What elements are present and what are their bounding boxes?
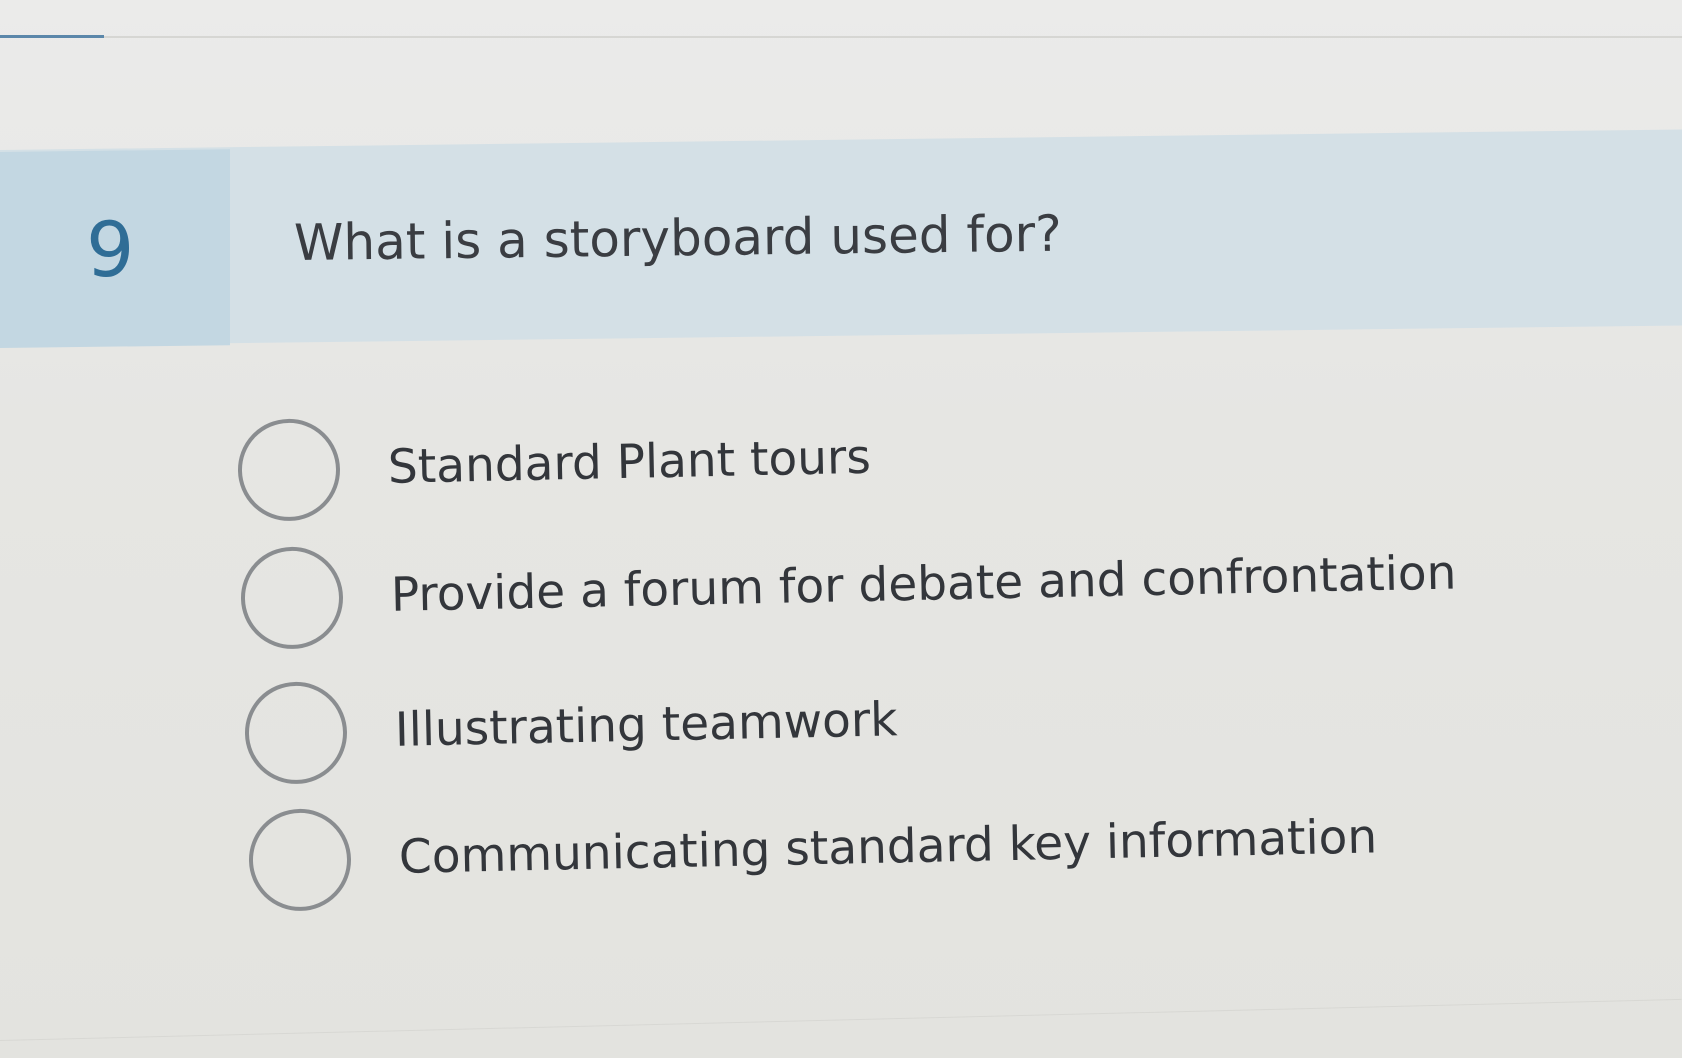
radio-button-4[interactable] bbox=[247, 807, 353, 912]
radio-button-2[interactable] bbox=[239, 545, 345, 650]
answer-option-label-2: Provide a forum for debate and confronta… bbox=[390, 545, 1457, 623]
radio-button-1[interactable] bbox=[236, 417, 342, 522]
answer-option-1[interactable]: Standard Plant tours bbox=[236, 407, 872, 522]
answer-option-4[interactable]: Communicating standard key information bbox=[247, 786, 1378, 912]
answer-options: Standard Plant tours Provide a forum for… bbox=[0, 0, 1682, 1058]
answer-option-3[interactable]: Illustrating teamwork bbox=[243, 669, 899, 785]
answer-option-2[interactable]: Provide a forum for debate and confronta… bbox=[239, 523, 1457, 650]
answer-option-label-1: Standard Plant tours bbox=[387, 429, 872, 495]
quiz-page: 9 What is a storyboard used for? Standar… bbox=[0, 0, 1682, 1058]
answer-option-label-3: Illustrating teamwork bbox=[394, 692, 898, 758]
answer-option-label-4: Communicating standard key information bbox=[398, 809, 1378, 885]
radio-button-3[interactable] bbox=[243, 680, 349, 785]
